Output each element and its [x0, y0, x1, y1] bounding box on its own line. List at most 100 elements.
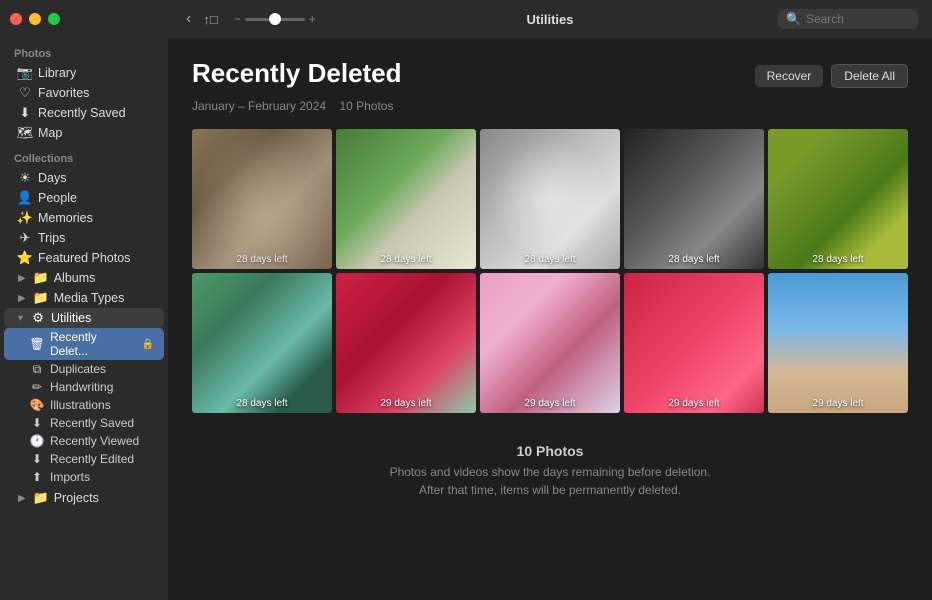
sidebar: Photos 📷 Library ♡ Favorites ⬇ Recently …	[0, 0, 168, 600]
sidebar-item-days[interactable]: ☀ Days	[4, 168, 164, 188]
favorites-icon: ♡	[18, 86, 32, 100]
sidebar-subitem-label: Recently Saved	[50, 416, 134, 430]
sidebar-item-label: Trips	[38, 231, 65, 245]
sidebar-item-utilities[interactable]: ▾ ⚙ Utilities	[4, 308, 164, 328]
zoom-slider[interactable]	[245, 18, 305, 21]
map-icon: 🗺	[18, 126, 32, 140]
back-button[interactable]: ‹	[182, 8, 195, 30]
recently-viewed-icon: 🕐	[30, 434, 44, 448]
sidebar-item-label: Projects	[54, 491, 99, 505]
sidebar-item-memories[interactable]: ✨ Memories	[4, 208, 164, 228]
sidebar-item-label: Days	[38, 171, 66, 185]
search-input[interactable]	[806, 12, 906, 26]
sidebar-subitem-recently-deleted[interactable]: 🗑 Recently Delet... 🔒	[4, 328, 164, 360]
photo-grid: 28 days left 28 days left 28 days left 2…	[192, 129, 908, 413]
days-left-label: 29 days left	[480, 398, 620, 409]
sidebar-item-map[interactable]: 🗺 Map	[4, 123, 164, 143]
toolbar: ‹ ↑□ − + Utilities 🔍	[168, 0, 932, 38]
sidebar-item-media-types[interactable]: ▶ 📁 Media Types	[4, 288, 164, 308]
sidebar-item-label: Utilities	[51, 311, 91, 325]
date-range: January – February 2024	[192, 99, 326, 113]
sidebar-item-people[interactable]: 👤 People	[4, 188, 164, 208]
collections-section-label: Collections	[0, 143, 168, 168]
sidebar-subitem-duplicates[interactable]: ⧉ Duplicates	[4, 360, 164, 378]
recover-button[interactable]: Recover	[755, 65, 824, 87]
days-left-label: 28 days left	[624, 254, 764, 265]
sidebar-item-label: Library	[38, 66, 76, 80]
zoom-out-icon: −	[234, 12, 241, 26]
sidebar-item-label: Media Types	[54, 291, 125, 305]
sidebar-item-albums[interactable]: ▶ 📁 Albums	[4, 268, 164, 288]
sidebar-item-trips[interactable]: ✈ Trips	[4, 228, 164, 248]
sidebar-item-label: Map	[38, 126, 62, 140]
sidebar-item-recently-saved[interactable]: ⬇ Recently Saved	[4, 103, 164, 123]
recently-saved-icon: ⬇	[18, 106, 32, 120]
days-left-label: 29 days left	[336, 398, 476, 409]
sidebar-item-label: Memories	[38, 211, 93, 225]
imports-icon: ⬆	[30, 470, 44, 484]
sidebar-subitem-handwriting[interactable]: ✏ Handwriting	[4, 378, 164, 396]
sidebar-subitem-recently-viewed[interactable]: 🕐 Recently Viewed	[4, 432, 164, 450]
photo-cell[interactable]: 28 days left	[624, 129, 764, 269]
photo-cell[interactable]: 29 days left	[768, 273, 908, 413]
photo-cell[interactable]: 28 days left	[192, 273, 332, 413]
close-button[interactable]	[10, 13, 22, 25]
days-left-label: 28 days left	[336, 254, 476, 265]
sidebar-subitem-recently-edited[interactable]: ⬇ Recently Edited	[4, 450, 164, 468]
sidebar-subitem-label: Imports	[50, 470, 90, 484]
sidebar-subitem-imports[interactable]: ⬆ Imports	[4, 468, 164, 486]
recently-saved-sub-icon: ⬇	[30, 416, 44, 430]
photo-cell[interactable]: 28 days left	[768, 129, 908, 269]
sidebar-item-label: Recently Saved	[38, 106, 126, 120]
illustrations-icon: 🎨	[30, 398, 44, 412]
delete-all-button[interactable]: Delete All	[831, 64, 908, 88]
sidebar-subitem-illustrations[interactable]: 🎨 Illustrations	[4, 396, 164, 414]
fullscreen-button[interactable]	[48, 13, 60, 25]
photo-cell[interactable]: 28 days left	[336, 129, 476, 269]
duplicates-icon: ⧉	[30, 362, 44, 376]
sidebar-subitem-label: Duplicates	[50, 362, 106, 376]
photo-cell[interactable]: 29 days left	[624, 273, 764, 413]
footer-count: 10 Photos	[192, 443, 908, 459]
photo-cell[interactable]: 29 days left	[480, 273, 620, 413]
sidebar-subitem-label: Handwriting	[50, 380, 113, 394]
media-icon: 📁	[34, 291, 48, 305]
sidebar-item-projects[interactable]: ▶ 📁 Projects	[4, 488, 164, 508]
footer-description: Photos and videos show the days remainin…	[192, 463, 908, 499]
days-left-label: 28 days left	[768, 254, 908, 265]
sidebar-subitem-label: Illustrations	[50, 398, 111, 412]
days-icon: ☀	[18, 171, 32, 185]
minimize-button[interactable]	[29, 13, 41, 25]
page-header: Recently Deleted Recover Delete All	[192, 58, 908, 89]
sidebar-subitem-recently-saved[interactable]: ⬇ Recently Saved	[4, 414, 164, 432]
search-bar[interactable]: 🔍	[778, 9, 918, 29]
projects-disclosure: ▶	[18, 493, 26, 504]
media-disclosure: ▶	[18, 293, 26, 304]
sidebar-item-label: Favorites	[38, 86, 89, 100]
lock-icon: 🔒	[142, 339, 154, 350]
photos-section-label: Photos	[0, 38, 168, 63]
zoom-in-icon: +	[309, 12, 316, 26]
sidebar-subitem-label: Recently Edited	[50, 452, 134, 466]
recently-edited-icon: ⬇	[30, 452, 44, 466]
page-meta: January – February 2024 10 Photos	[192, 99, 908, 113]
search-icon: 🔍	[786, 12, 801, 26]
sidebar-item-favorites[interactable]: ♡ Favorites	[4, 83, 164, 103]
albums-disclosure: ▶	[18, 273, 26, 284]
sidebar-item-library[interactable]: 📷 Library	[4, 63, 164, 83]
sidebar-item-featured-photos[interactable]: ⭐ Featured Photos	[4, 248, 164, 268]
main-content: ‹ ↑□ − + Utilities 🔍 Recently Deleted Re…	[168, 0, 932, 600]
photo-cell[interactable]: 28 days left	[480, 129, 620, 269]
sidebar-item-label: Featured Photos	[38, 251, 130, 265]
albums-icon: 📁	[34, 271, 48, 285]
utilities-disclosure: ▾	[18, 313, 23, 324]
sidebar-subitem-label: Recently Viewed	[50, 434, 139, 448]
page-actions: Recover Delete All	[755, 64, 908, 88]
photo-cell[interactable]: 29 days left	[336, 273, 476, 413]
sidebar-item-label: People	[38, 191, 77, 205]
footer-info: 10 Photos Photos and videos show the day…	[192, 433, 908, 519]
days-left-label: 29 days left	[768, 398, 908, 409]
share-button[interactable]: ↑□	[199, 10, 221, 29]
toolbar-title: Utilities	[527, 12, 574, 27]
photo-cell[interactable]: 28 days left	[192, 129, 332, 269]
